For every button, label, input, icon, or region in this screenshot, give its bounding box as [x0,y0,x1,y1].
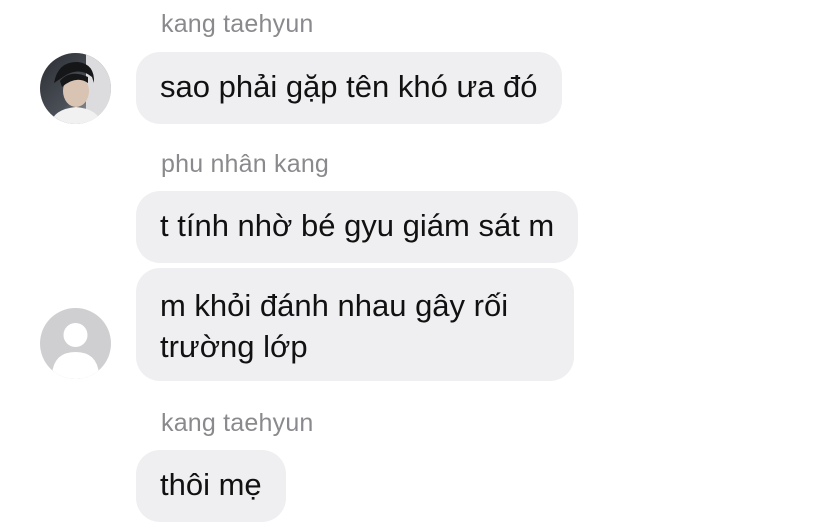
message-bubble[interactable]: thôi mẹ [136,450,286,522]
message-line: m khỏi đánh nhau gây rối [160,288,509,323]
sender-name: kang taehyun [161,10,314,38]
sender-name: kang taehyun [161,409,314,437]
message-bubble[interactable]: t tính nhờ bé gyu giám sát m [136,191,579,263]
message-line: trường lớp [160,329,308,364]
message-bubble[interactable]: m khỏi đánh nhau gây rối trường lớp [136,268,574,381]
message-bubble[interactable]: sao phải gặp tên khó ưa đó [136,52,562,124]
default-user-avatar-icon [40,308,111,379]
user-photo-avatar-icon [40,53,111,124]
avatar[interactable] [40,53,111,124]
avatar[interactable] [40,308,111,379]
sender-name: phu nhân kang [161,150,330,178]
